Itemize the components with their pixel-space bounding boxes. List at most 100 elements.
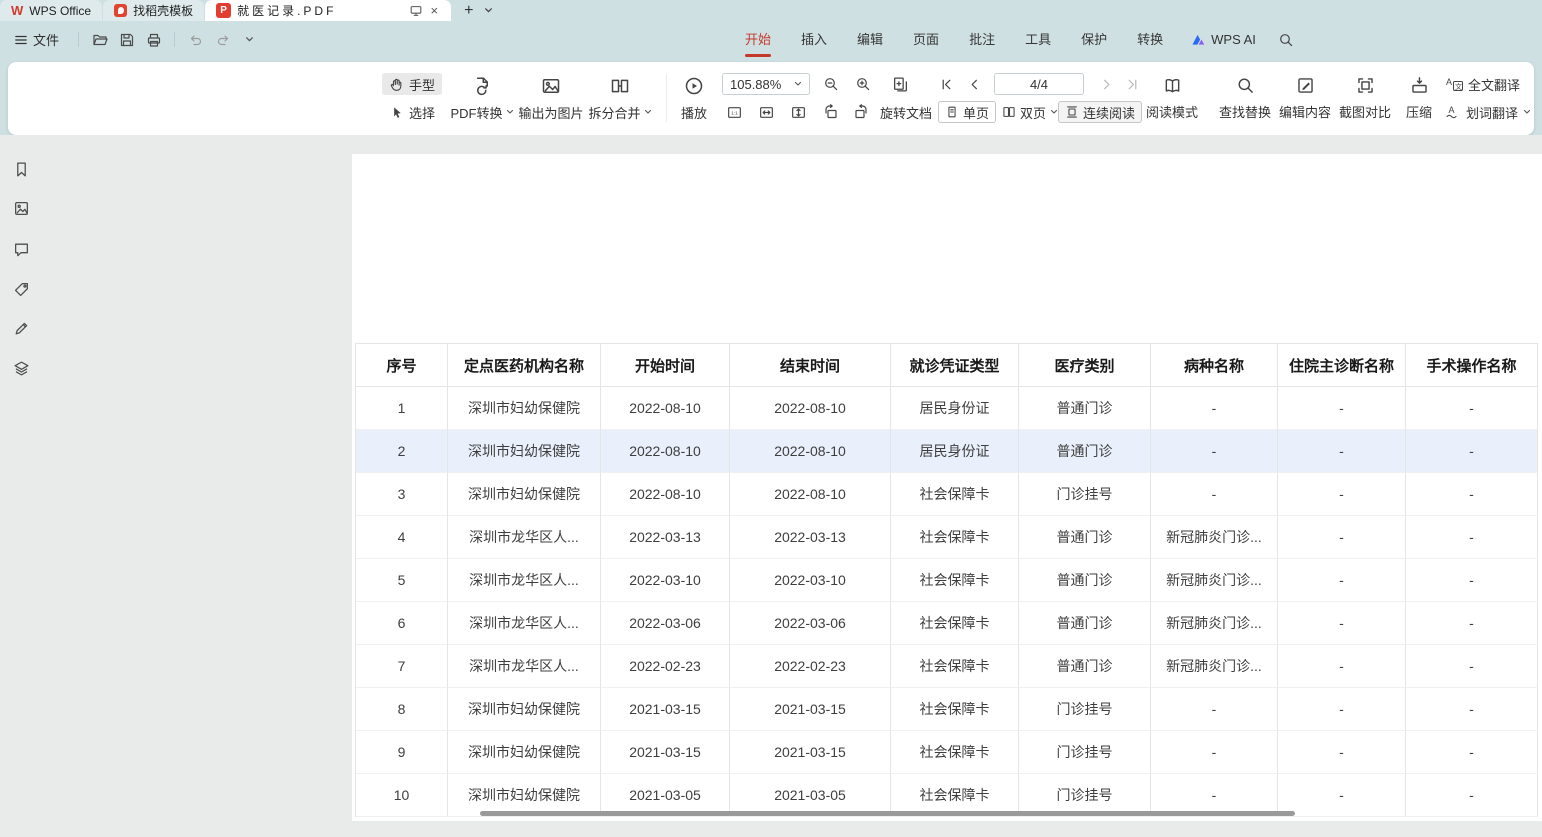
page-number-input[interactable]: [994, 73, 1084, 95]
edit-content-button[interactable]: 编辑内容: [1274, 68, 1336, 129]
continuous-read-button[interactable]: 连续阅读: [1058, 101, 1142, 123]
play-button[interactable]: 播放: [670, 68, 718, 129]
menu-item-编辑[interactable]: 编辑: [842, 21, 898, 58]
rotate-left-button[interactable]: [818, 101, 843, 123]
rotate-right-icon: [853, 104, 869, 120]
table-header-cell: 医疗类别: [1019, 343, 1151, 387]
table-cell: 居民身份证: [891, 387, 1019, 430]
menu-item-开始[interactable]: 开始: [730, 21, 786, 58]
fit-page-button[interactable]: [786, 101, 811, 123]
prev-page-button[interactable]: [962, 73, 987, 95]
menu-item-插入[interactable]: 插入: [786, 21, 842, 58]
tab-list-chevron-icon[interactable]: [484, 6, 493, 15]
table-cell: -: [1406, 602, 1538, 645]
extract-pages-button[interactable]: [888, 73, 913, 95]
tab-document[interactable]: P 就医记录.PDF ×: [205, 0, 451, 21]
last-page-button[interactable]: [1120, 73, 1145, 95]
menu-bar: 文件 开始插入编辑页面批注工具保护转换: [0, 21, 1542, 58]
save-button[interactable]: [113, 28, 140, 52]
next-page-button[interactable]: [1094, 73, 1119, 95]
undo-history-chevron-icon[interactable]: [236, 28, 263, 52]
divider: [78, 32, 79, 47]
table-cell: -: [1406, 645, 1538, 688]
zoom-in-button[interactable]: [850, 73, 875, 95]
compress-button[interactable]: 压缩: [1395, 68, 1443, 129]
menu-item-转换[interactable]: 转换: [1122, 21, 1178, 58]
redo-icon: [215, 32, 231, 48]
table-row: 2深圳市妇幼保健院2022-08-102022-08-10居民身份证普通门诊--…: [356, 430, 1537, 473]
undo-button[interactable]: [182, 28, 209, 52]
zoom-out-button[interactable]: [818, 73, 843, 95]
table-cell: 深圳市妇幼保健院: [448, 430, 601, 473]
new-tab-icon[interactable]: +: [464, 3, 473, 19]
table-row: 8深圳市妇幼保健院2021-03-152021-03-15社会保障卡门诊挂号--…: [356, 688, 1537, 731]
wps-ai-button[interactable]: WPS AI: [1178, 32, 1269, 47]
table-cell: -: [1278, 688, 1406, 731]
table-cell: 8: [356, 688, 448, 731]
tab-wps-office[interactable]: W WPS Office: [0, 0, 102, 21]
table-cell: 深圳市妇幼保健院: [448, 688, 601, 731]
file-menu-button[interactable]: 文件: [12, 30, 71, 49]
menu-item-页面[interactable]: 页面: [898, 21, 954, 58]
export-image-button[interactable]: 输出为图片: [509, 68, 593, 129]
split-merge-button[interactable]: 拆分合并: [582, 68, 658, 129]
full-translate-button[interactable]: A文 全文翻译: [1445, 73, 1520, 95]
menu-item-保护[interactable]: 保护: [1066, 21, 1122, 58]
read-mode-button[interactable]: 阅读模式: [1143, 68, 1201, 129]
tags-panel-button[interactable]: [13, 281, 30, 298]
menu-search-button[interactable]: [1278, 32, 1294, 48]
menu-item-批注[interactable]: 批注: [954, 21, 1010, 58]
select-tool-button[interactable]: 选择: [382, 101, 442, 123]
find-replace-button[interactable]: 查找替换: [1214, 68, 1276, 129]
open-file-button[interactable]: [86, 28, 113, 52]
monitor-icon[interactable]: [409, 4, 423, 18]
pdf-page: 序号定点医药机构名称开始时间结束时间就诊凭证类型医疗类别病种名称住院主诊断名称手…: [352, 154, 1542, 821]
actual-size-button[interactable]: 1:1: [722, 101, 747, 123]
chevron-down-icon: [794, 80, 802, 88]
table-cell: 新冠肺炎门诊...: [1151, 516, 1278, 559]
word-translate-button[interactable]: A 划词翻译: [1445, 101, 1531, 123]
table-cell: 普通门诊: [1019, 516, 1151, 559]
print-button[interactable]: [140, 28, 167, 52]
pdf-convert-label: PDF转换: [450, 103, 502, 122]
screenshot-compare-button[interactable]: 截图对比: [1334, 68, 1396, 129]
tab-template-store[interactable]: 找稻壳模板: [103, 0, 204, 21]
close-tab-icon[interactable]: ×: [429, 3, 441, 18]
redo-button[interactable]: [209, 28, 236, 52]
folder-open-icon: [92, 32, 108, 48]
zoom-combo[interactable]: 105.88%: [722, 73, 810, 95]
nav-first-icon: [939, 77, 954, 92]
table-cell: -: [1406, 774, 1538, 817]
svg-text:文: 文: [1455, 82, 1462, 91]
table-cell: -: [1278, 645, 1406, 688]
double-page-button[interactable]: 双页: [996, 101, 1064, 123]
bookmarks-panel-button[interactable]: [13, 161, 30, 178]
table-cell: -: [1406, 559, 1538, 602]
tab-template-label: 找稻壳模板: [133, 2, 193, 19]
table-cell: 2022-08-10: [601, 430, 730, 473]
comments-panel-button[interactable]: [13, 241, 30, 258]
find-replace-label: 查找替换: [1219, 102, 1271, 121]
double-page-label: 双页: [1020, 103, 1046, 122]
double-page-icon: [1002, 105, 1016, 119]
table-cell: -: [1406, 473, 1538, 516]
rotate-doc-button[interactable]: 旋转文档: [880, 101, 932, 123]
table-cell: -: [1406, 688, 1538, 731]
hand-tool-button[interactable]: 手型: [382, 73, 442, 95]
rotate-right-button[interactable]: [848, 101, 873, 123]
table-cell: 2022-03-13: [730, 516, 891, 559]
table-row: 3深圳市妇幼保健院2022-08-102022-08-10社会保障卡门诊挂号--…: [356, 473, 1537, 516]
menu-item-工具[interactable]: 工具: [1010, 21, 1066, 58]
chevron-down-icon: [644, 108, 652, 116]
horizontal-scrollbar[interactable]: [480, 811, 1295, 816]
first-page-button[interactable]: [934, 73, 959, 95]
table-cell: -: [1151, 473, 1278, 516]
chevron-down-icon: [1523, 108, 1531, 116]
thumbnails-panel-button[interactable]: [13, 200, 30, 217]
layers-panel-button[interactable]: [13, 360, 30, 377]
single-page-button[interactable]: 单页: [938, 101, 996, 123]
fit-width-button[interactable]: [754, 101, 779, 123]
word-translate-label: 划词翻译: [1466, 103, 1518, 122]
table-header-cell: 住院主诊断名称: [1278, 343, 1406, 387]
signature-panel-button[interactable]: [13, 320, 30, 337]
